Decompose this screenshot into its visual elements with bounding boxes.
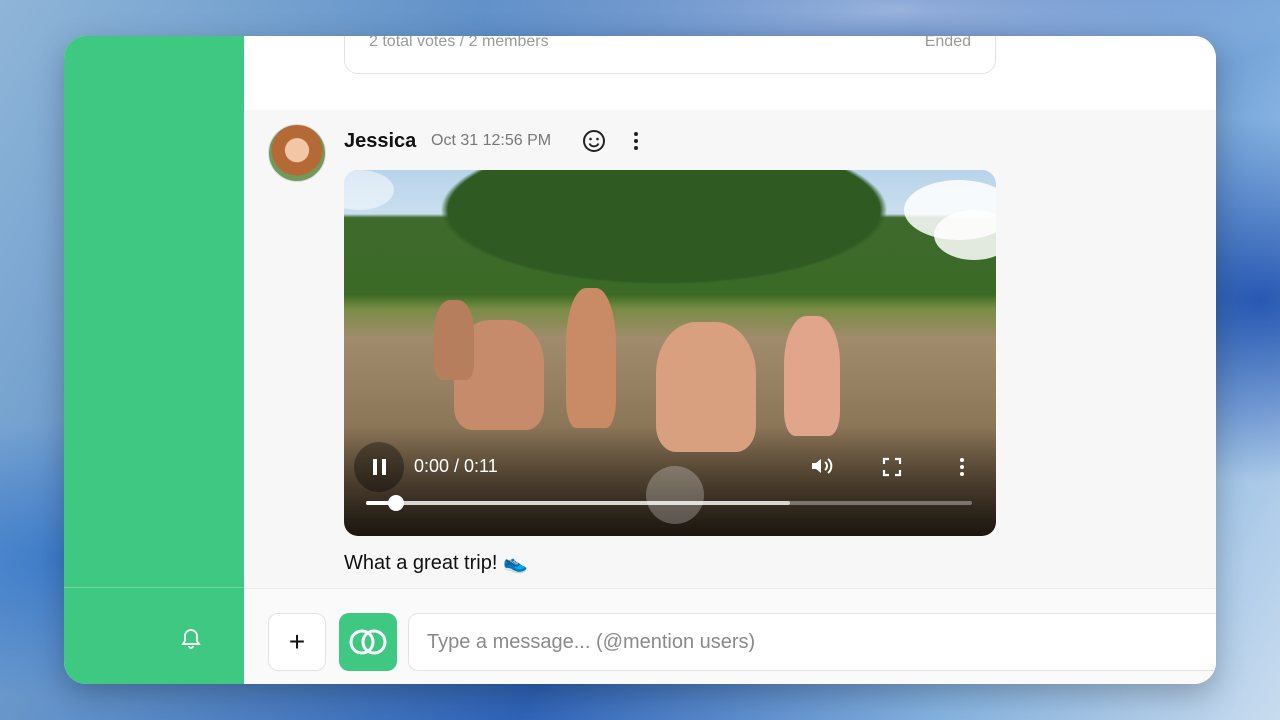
add-button[interactable]: + <box>268 613 326 671</box>
message-text: What a great trip! 👟 <box>344 552 528 574</box>
message-author[interactable]: Jessica <box>344 130 416 153</box>
poll-card: 2 total votes / 2 members Ended <box>344 36 996 74</box>
message-item: Jessica Oct 31 12:56 PM 0:00 / 0:11 What… <box>244 110 1216 588</box>
video-player[interactable]: 0:00 / 0:11 <box>344 170 996 536</box>
smiley-icon[interactable] <box>582 129 606 153</box>
pause-icon[interactable] <box>354 442 404 492</box>
person-graphic <box>656 322 756 452</box>
chat-main: 2 total votes / 2 members Ended Jessica … <box>244 36 1216 684</box>
fullscreen-icon[interactable] <box>882 457 902 477</box>
app-logo-button[interactable] <box>339 613 397 671</box>
bell-icon[interactable] <box>181 628 201 650</box>
message-timestamp: Oct 31 12:56 PM <box>431 132 552 149</box>
sidebar-divider <box>64 587 244 588</box>
person-graphic <box>434 300 474 380</box>
scrub-handle[interactable] <box>388 495 405 511</box>
message-input[interactable] <box>408 613 1216 671</box>
seek-bar[interactable] <box>366 495 972 511</box>
chat-window: 2 total votes / 2 members Ended Jessica … <box>64 36 1216 684</box>
poll-status: Ended <box>924 36 971 50</box>
video-more-icon[interactable] <box>958 456 966 478</box>
person-graphic <box>784 316 840 436</box>
scrub-ripple <box>646 466 704 524</box>
cloud-graphic <box>344 170 394 210</box>
person-graphic <box>566 288 616 428</box>
video-time: 0:00 / 0:11 <box>414 456 498 476</box>
composer: + <box>244 588 1216 684</box>
poll-votes: 2 total votes / 2 members <box>369 36 549 50</box>
cloud-graphic <box>934 210 996 260</box>
more-vertical-icon[interactable] <box>630 129 642 153</box>
avatar[interactable] <box>268 124 326 182</box>
sidebar <box>64 36 244 684</box>
buffer-bar <box>366 501 791 505</box>
volume-icon[interactable] <box>810 456 834 476</box>
